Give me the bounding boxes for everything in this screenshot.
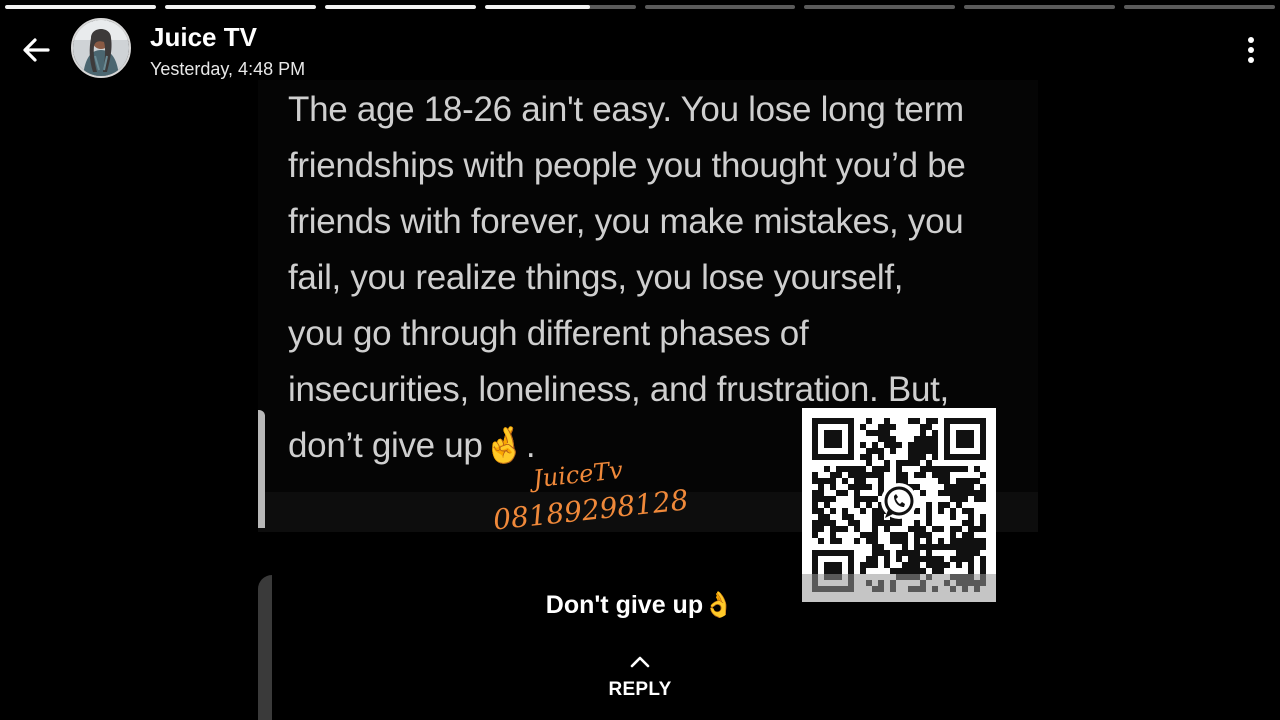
- whatsapp-icon: [881, 483, 917, 519]
- more-options-button[interactable]: [1240, 30, 1262, 70]
- progress-segment: [5, 5, 156, 9]
- reply-button[interactable]: REPLY: [590, 654, 690, 701]
- back-button[interactable]: [14, 30, 58, 70]
- story-progress-bar: [5, 5, 1275, 9]
- reply-label: REPLY: [608, 679, 672, 700]
- progress-segment: [644, 5, 796, 9]
- progress-segment: [964, 5, 1116, 9]
- profile-photo: [73, 20, 129, 76]
- progress-segment: [804, 5, 956, 9]
- chevron-up-icon: [630, 656, 650, 668]
- progress-segment: [1124, 5, 1275, 9]
- more-vertical-icon: [1248, 37, 1254, 43]
- status-caption: Don't give up👌: [545, 591, 735, 619]
- progress-segment: [164, 5, 316, 9]
- progress-segment: [484, 5, 636, 9]
- qr-code-icon: [802, 418, 996, 602]
- progress-segment: [324, 5, 476, 9]
- account-name[interactable]: Juice TV: [150, 22, 257, 53]
- story-media: The age 18-26 ain't easy. You lose long …: [258, 80, 1038, 720]
- status-viewer: Juice TV Yesterday, 4:48 PM The age 18-2…: [0, 0, 1280, 720]
- qr-code: [802, 408, 996, 602]
- avatar[interactable]: [71, 18, 131, 78]
- back-arrow-icon: [23, 38, 50, 62]
- media-left-edge: [258, 410, 265, 528]
- post-timestamp: Yesterday, 4:48 PM: [150, 59, 306, 79]
